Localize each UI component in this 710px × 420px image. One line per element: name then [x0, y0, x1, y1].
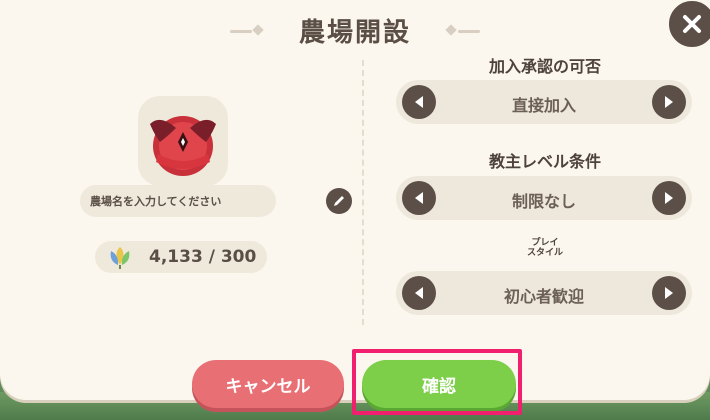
approval-value: 直接加入 — [511, 96, 576, 115]
leaf-crystal-icon — [110, 247, 130, 269]
arrow-right-icon — [665, 192, 673, 204]
panel-divider — [362, 60, 364, 325]
dialog-title: 農場開設 — [298, 18, 411, 48]
level-value: 制限なし — [511, 192, 576, 211]
farm-emblem[interactable] — [138, 96, 228, 186]
level-prev-button[interactable] — [402, 181, 436, 215]
arrow-right-icon — [665, 287, 673, 299]
farm-cost-resource: 4,133 / 300 — [95, 241, 267, 273]
dialog-header: 農場開設 — [0, 8, 710, 48]
approval-prev-button[interactable] — [402, 85, 436, 119]
resource-value: 4,133 / 300 — [149, 247, 257, 267]
playstyle-value: 初心者歓迎 — [503, 287, 584, 306]
level-setting-label: 教主レベル条件 — [488, 152, 601, 171]
arrow-left-icon — [415, 192, 423, 204]
playstyle-selector: 初心者歓迎 — [396, 271, 692, 315]
level-selector: 制限なし — [396, 176, 692, 220]
level-next-button[interactable] — [652, 181, 686, 215]
approval-selector: 直接加入 — [396, 80, 692, 124]
create-farm-dialog: 農場開設 農場名を入力してください 4,133 / 300 加入承認の可否 直接… — [0, 0, 710, 400]
pencil-icon — [334, 196, 344, 206]
approval-next-button[interactable] — [652, 85, 686, 119]
farm-name-field[interactable]: 農場名を入力してください — [80, 185, 352, 217]
farm-name-placeholder: 農場名を入力してください — [90, 195, 222, 208]
playstyle-next-button[interactable] — [652, 276, 686, 310]
edit-name-button[interactable] — [326, 188, 352, 214]
title-decoration-right — [458, 30, 480, 33]
arrow-left-icon — [415, 287, 423, 299]
confirm-highlight-box — [352, 349, 522, 415]
approval-setting-label: 加入承認の可否 — [488, 57, 601, 76]
close-icon — [683, 15, 701, 33]
arrow-left-icon — [415, 96, 423, 108]
cancel-button[interactable]: キャンセル — [192, 360, 344, 408]
playstyle-prev-button[interactable] — [402, 276, 436, 310]
playstyle-setting-label: プレイ スタイル — [526, 238, 563, 258]
winged-heart-emblem-icon — [150, 116, 216, 176]
arrow-right-icon — [665, 96, 673, 108]
